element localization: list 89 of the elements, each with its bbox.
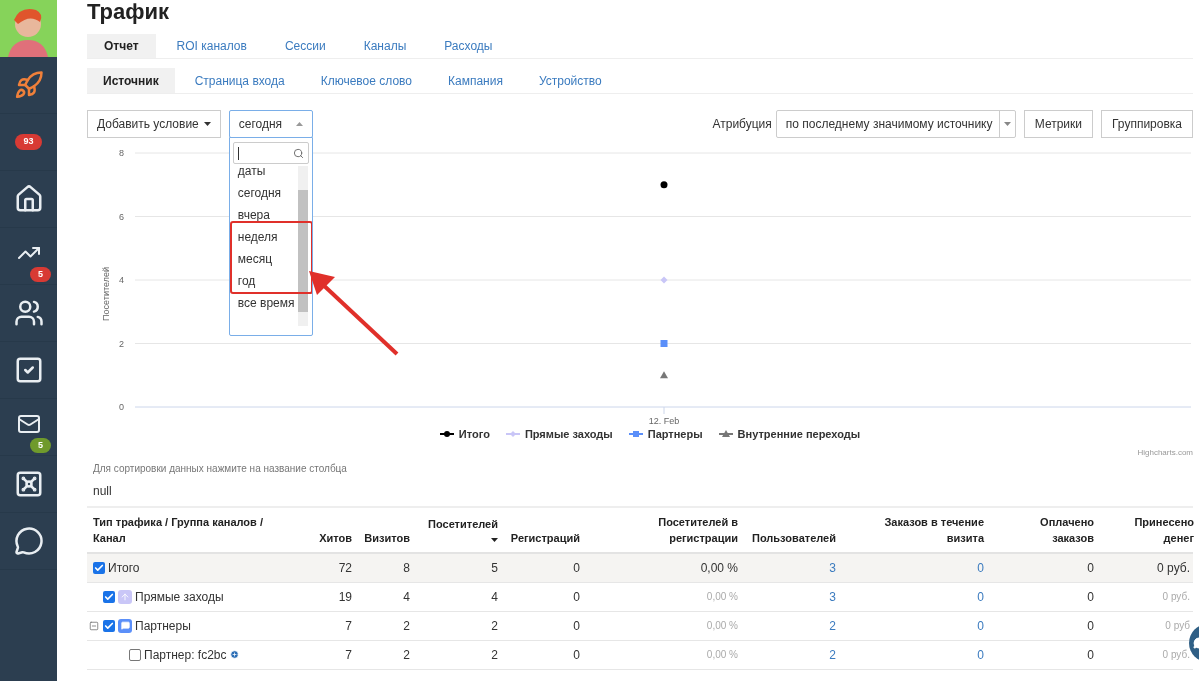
dropdown-option[interactable]: сегодня (237, 182, 296, 204)
table-cell-text: 0 (1086, 588, 1095, 606)
table-cell[interactable]: 2 (744, 616, 842, 635)
table-cell-text: 0 руб (1164, 619, 1191, 633)
table-cell-text: 0 (572, 617, 581, 635)
table-cell-text: 7 (344, 617, 353, 635)
table-cell[interactable]: 2 (744, 645, 842, 664)
tab[interactable]: Устройство (522, 68, 618, 93)
table-cell-text: 2 (402, 646, 411, 664)
table-cell-text: 4 (490, 588, 499, 606)
column-header[interactable]: Пользователей (744, 529, 842, 546)
table-cell-text: 2 (490, 617, 499, 635)
table-cell-text: 0 руб. (1161, 590, 1191, 604)
tab[interactable]: Ключевое слово (304, 68, 428, 93)
null-text: null (93, 482, 113, 500)
table-cell[interactable]: 0 (842, 587, 990, 606)
add-condition-button[interactable]: Добавить условие (87, 110, 221, 138)
column-header[interactable]: Регистраций (504, 529, 586, 546)
table-cell-text: 0 (572, 588, 581, 606)
tick-label: 0 (119, 402, 124, 412)
table-cell-text: 4 (402, 588, 411, 606)
table-cell-text: 2 (402, 617, 411, 635)
tick-label: 2 (119, 338, 124, 349)
sort-hint: Для сортировки данных нажмите на название столбца (93, 461, 348, 476)
attribution-label: Атрибуция (712, 116, 772, 133)
table-cell-text: 0 (1086, 559, 1095, 577)
dropdown-option[interactable]: вчера (237, 204, 296, 226)
table-cell-text: 0 руб. (1156, 559, 1191, 577)
legend-label[interactable]: Прямые заходы (524, 426, 613, 443)
table-cell-text: 7 (344, 646, 353, 664)
toolbar-button[interactable]: Метрики (1023, 110, 1093, 138)
table-cell-text: 72 (337, 559, 353, 577)
dropdown-option[interactable]: все время (237, 292, 296, 314)
tab[interactable]: Отчет (87, 34, 156, 58)
tick-label: 6 (119, 211, 124, 222)
tick-label: 4 (119, 275, 124, 285)
count-badge: 93 (15, 134, 42, 150)
table-cell-text: 0,00 % (705, 648, 739, 662)
column-header[interactable]: Посетителей (416, 515, 504, 546)
row-label: Партнеры (135, 617, 191, 635)
column-header[interactable]: Визитов (358, 529, 416, 546)
column-header[interactable]: Хитов (300, 529, 358, 546)
dropdown-option[interactable]: год (237, 270, 296, 292)
table-cell-text: 0 (572, 559, 581, 577)
tab[interactable]: Источник (87, 68, 175, 93)
tick-label: 12. Feb (648, 416, 680, 426)
dropdown-option[interactable]: даты (237, 166, 296, 182)
tick-label: 8 (119, 148, 124, 158)
table-cell-text: 0 (572, 646, 581, 664)
table-cell[interactable]: 0 (842, 616, 990, 635)
tab[interactable]: Расходы (427, 34, 510, 58)
table-cell[interactable]: 3 (744, 558, 842, 577)
legend-label[interactable]: Внутренние переходы (737, 426, 861, 443)
table-cell-text: 0 руб. (1161, 648, 1191, 662)
row-label: Прямые заходы (135, 588, 224, 606)
tab[interactable]: Кампания (432, 68, 519, 93)
table-cell-text: 19 (337, 588, 353, 606)
table-cell[interactable]: 3 (744, 587, 842, 606)
row-label: Партнер: fc2bc (144, 646, 227, 664)
column-header[interactable]: Тип трафика / Группа каналов / Канал (87, 513, 300, 546)
column-header[interactable]: Оплачено заказов (990, 513, 1100, 546)
tab[interactable]: ROI каналов (159, 34, 264, 58)
row-label: Итого (108, 559, 140, 577)
tab[interactable]: Каналы (346, 34, 424, 58)
table-cell-text: 0 (1086, 617, 1095, 635)
legend-label[interactable]: Итого (458, 426, 490, 443)
count-badge: 5 (30, 266, 51, 282)
dropdown-option[interactable]: неделя (237, 226, 296, 248)
table-cell-text: 2 (490, 646, 499, 664)
column-header[interactable]: Принесено денег (1100, 513, 1199, 546)
table-cell-text: 0,00 % (699, 559, 739, 577)
table-cell-text: 0,00 % (705, 619, 739, 633)
table-cell[interactable]: 0 (842, 645, 990, 664)
table-cell-text: 0 (1086, 646, 1095, 664)
count-badge: 5 (30, 437, 51, 453)
table-cell-text: 0,00 % (705, 590, 739, 604)
tab[interactable]: Сессии (267, 34, 343, 58)
dropdown-option[interactable]: месяц (237, 248, 296, 270)
tab[interactable]: Страница входа (178, 68, 301, 93)
table-cell-text: 5 (490, 559, 499, 577)
column-header[interactable]: Посетителей в регистрации (586, 513, 744, 546)
axis-title: Посетителей (101, 267, 111, 321)
attribution-select[interactable]: по последнему значимому источнику (775, 110, 1016, 138)
column-header[interactable]: Заказов в течение визита (842, 513, 990, 546)
legend-label[interactable]: Партнеры (647, 426, 703, 443)
page-title: Трафик (87, 0, 170, 24)
table-cell[interactable]: 0 (842, 558, 990, 577)
toolbar-button[interactable]: Группировка (1101, 110, 1193, 138)
table-cell-text: 8 (402, 559, 411, 577)
